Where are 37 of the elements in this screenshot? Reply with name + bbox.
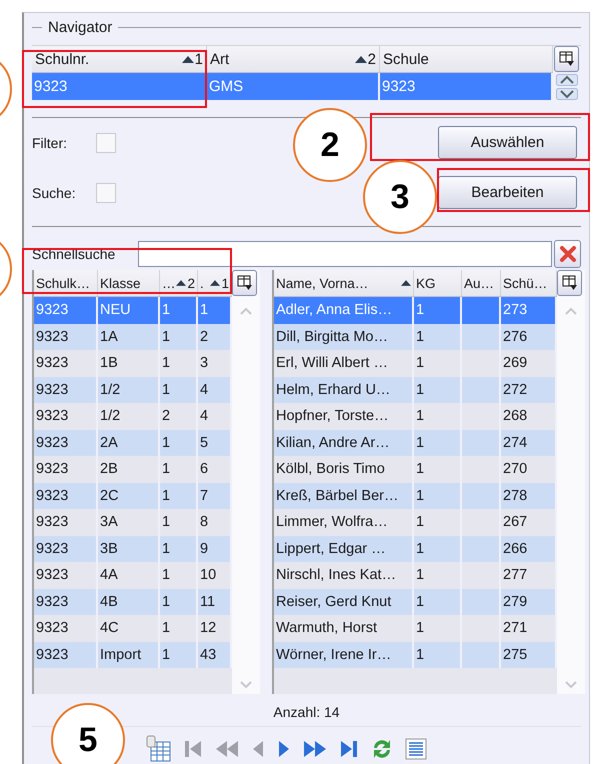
filter-label: Suche: — [32, 184, 77, 200]
fast-forward-icon[interactable] — [302, 738, 328, 760]
checkbox[interactable] — [96, 182, 116, 202]
column-chooser-button[interactable] — [554, 46, 579, 72]
checkbox[interactable] — [96, 132, 116, 152]
column-chooser-button[interactable] — [232, 270, 257, 296]
action-button[interactable]: Auswählen — [438, 126, 577, 159]
column-chooser-button[interactable] — [557, 270, 582, 296]
table-cell: 9323 — [380, 73, 553, 100]
table-icon[interactable] — [146, 735, 172, 763]
group-title: Navigator — [48, 18, 112, 36]
action-button[interactable]: Bearbeiten — [438, 176, 577, 209]
column-chooser-icon — [236, 275, 252, 291]
column-chooser-icon — [558, 51, 574, 67]
filter-label: Filter: — [32, 134, 68, 150]
table-cell: 9323 — [34, 642, 98, 668]
scroll-down-icon[interactable] — [556, 88, 578, 100]
table-cell: 1 — [414, 642, 462, 668]
column-header[interactable]: KG — [414, 270, 462, 296]
list-icon[interactable] — [404, 737, 428, 761]
scroll-up-icon[interactable] — [556, 74, 578, 86]
table-cell: 1 — [160, 642, 198, 668]
quick-search-field[interactable] — [138, 241, 552, 267]
table-cell: Wörner, Irene Ir… — [274, 642, 414, 668]
column-header[interactable]: Au… — [462, 270, 501, 296]
record-count: Anzahl: 14 — [272, 704, 341, 720]
sort-ascending-icon — [354, 56, 367, 62]
column-header[interactable]: Schule — [380, 46, 553, 72]
quick-search-label: Schnellsuche — [32, 246, 116, 262]
column-header[interactable]: Name, Vorna… — [274, 270, 414, 296]
sort-ascending-icon — [182, 56, 194, 62]
column-chooser-icon — [562, 275, 578, 291]
close-icon — [558, 245, 576, 263]
clear-button[interactable] — [554, 240, 581, 268]
sort-ascending-icon — [176, 280, 186, 286]
sort-ascending-icon — [210, 280, 220, 286]
table-cell: Import — [98, 642, 160, 668]
